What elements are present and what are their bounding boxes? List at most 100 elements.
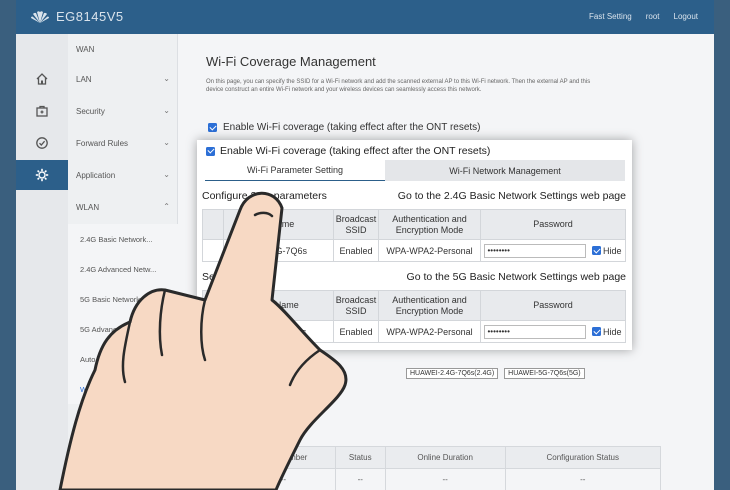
col-serial: ...rial Number bbox=[231, 446, 336, 469]
auth-cell: WPA-WPA2-Personal bbox=[378, 320, 481, 343]
ssid-select-24g[interactable]: HUAWEI-2.4G-7Q6s(2.4G) bbox=[406, 368, 499, 379]
cell: -- bbox=[504, 468, 661, 490]
table-row[interactable]: ...EI-5G-7Q6s Enabled WPA-WPA2-Personal … bbox=[202, 320, 626, 343]
password-field[interactable]: •••••••• bbox=[484, 324, 587, 339]
col-ssid-name: ...D Name bbox=[223, 290, 334, 321]
ssid-name-cell: HU...4G-7Q6s bbox=[223, 239, 334, 262]
sync-label: ...effur...nization bbox=[281, 388, 338, 397]
table-row: -- -- -- -- bbox=[231, 468, 661, 490]
section-24g-title: Configure 2.4...parameters bbox=[202, 190, 327, 202]
popup-enable-checkbox[interactable] bbox=[206, 146, 215, 156]
nav-sub-label: 5G Advanced N... bbox=[80, 324, 139, 334]
section-24g-header: Configure 2.4...parameters Go to the 2.4… bbox=[202, 190, 626, 202]
nav-wlan-auto[interactable]: Auto... bbox=[68, 344, 178, 374]
brand-model: EG8145V5 bbox=[56, 9, 124, 24]
table-header-row: ...Name Broadcast SSID Authentication an… bbox=[202, 209, 626, 240]
fast-setting-link[interactable]: Fast Setting bbox=[589, 12, 632, 21]
top-links: Fast Setting root Logout bbox=[589, 12, 698, 21]
nav-wlan-wifi-coverage[interactable]: Wi... bbox=[68, 374, 178, 404]
tab-wifi-network-management[interactable]: Wi-Fi Network Management bbox=[385, 160, 625, 181]
col-online-duration: Online Duration bbox=[384, 446, 506, 469]
link-24g-basic-settings[interactable]: Go to the 2.4G Basic Network Settings we… bbox=[398, 190, 626, 202]
row-select-cell[interactable] bbox=[202, 239, 224, 262]
nav-security-label: Security bbox=[76, 106, 105, 116]
logout-link[interactable]: Logout bbox=[674, 12, 698, 21]
enable-coverage-checkbox[interactable] bbox=[208, 123, 217, 132]
hide-checkbox[interactable] bbox=[592, 327, 601, 336]
row-select-cell[interactable] bbox=[202, 320, 224, 343]
nav-wan[interactable]: WAN bbox=[68, 34, 178, 64]
broadcast-cell: Enabled bbox=[333, 320, 379, 343]
home-icon bbox=[36, 73, 48, 85]
chevron-up-icon: ⌃ bbox=[163, 202, 170, 211]
hide-label: Hide bbox=[603, 326, 622, 337]
nav-wlan-5-advanced[interactable]: 5G Advanced N... bbox=[68, 314, 178, 344]
nav-wlan[interactable]: WLAN ⌃ bbox=[68, 192, 178, 222]
col-status: Status bbox=[334, 446, 386, 469]
hide-checkbox[interactable] bbox=[592, 246, 601, 255]
gear-icon bbox=[35, 168, 49, 182]
chevron-down-icon: ⌄ bbox=[163, 74, 170, 83]
col-config-status: Configuration Status bbox=[504, 446, 661, 469]
hide-password-toggle[interactable]: Hide bbox=[592, 327, 622, 337]
password-cell: •••••••• Hide bbox=[480, 320, 626, 343]
col-broadcast: Broadcast SSID bbox=[333, 209, 379, 240]
enable-coverage-label: Enable Wi-Fi coverage (taking effect aft… bbox=[223, 122, 481, 133]
ap-table: ...rial Number Status Online Duration Co… bbox=[231, 446, 661, 490]
hide-label: Hide bbox=[603, 245, 622, 256]
section-5g-header: Set 5G P...ers Go to the 5G Basic Networ… bbox=[202, 271, 626, 283]
chevron-down-icon: ⌄ bbox=[163, 138, 170, 147]
nav-wlan-24-advanced[interactable]: 2.4G Advanced Netw... bbox=[68, 254, 178, 284]
nav-application[interactable]: Application ⌄ bbox=[68, 160, 178, 190]
nav-lan[interactable]: LAN ⌄ bbox=[68, 64, 178, 94]
col-auth: Authentication and Encryption Mode bbox=[378, 290, 481, 321]
brand-logo: EG8145V5 bbox=[30, 9, 124, 24]
advanced-settings-button[interactable] bbox=[16, 160, 68, 190]
icon-sidebar bbox=[16, 34, 68, 490]
nav-maintain[interactable]: Ma... bbox=[68, 440, 178, 470]
tab-wifi-parameter-setting[interactable]: Wi-Fi Parameter Setting bbox=[205, 160, 385, 181]
huawei-logo-icon bbox=[31, 10, 49, 23]
nav-wlan-24-basic[interactable]: 2.4G Basic Network... bbox=[68, 224, 178, 254]
nav-forward-rules[interactable]: Forward Rules ⌄ bbox=[68, 128, 178, 158]
hide-password-toggle[interactable]: Hide bbox=[592, 246, 622, 256]
col-select bbox=[202, 209, 224, 240]
nav-system[interactable]: Syst... bbox=[68, 408, 178, 438]
password-field[interactable]: •••••••• bbox=[484, 243, 587, 258]
link-5g-basic-settings[interactable]: Go to the 5G Basic Network Settings web … bbox=[407, 271, 626, 283]
user-link[interactable]: root bbox=[646, 12, 660, 21]
wifi-24g-table: ...Name Broadcast SSID Authentication an… bbox=[202, 209, 626, 262]
chevron-down-icon: ⌄ bbox=[163, 106, 170, 115]
section-5g-title: Set 5G P...ers bbox=[202, 271, 267, 283]
auth-cell: WPA-WPA2-Personal bbox=[378, 239, 481, 262]
nav-application-label: Application bbox=[76, 170, 116, 180]
diagnose-button[interactable] bbox=[16, 128, 68, 158]
nav-menu: WAN LAN ⌄ Security ⌄ Forward Rules ⌄ Applic… bbox=[68, 34, 178, 490]
ssid-name-cell: ...EI-5G-7Q6s bbox=[223, 320, 334, 343]
nav-wan-label: WAN bbox=[76, 44, 95, 54]
toolbox-button[interactable] bbox=[16, 96, 68, 126]
nav-wlan-5-basic[interactable]: 5G Basic Network S... bbox=[68, 284, 178, 314]
col-ssid-name: ...Name bbox=[223, 209, 334, 240]
tab-bar: Wi-Fi Parameter Setting Wi-Fi Network Ma… bbox=[205, 160, 625, 181]
col-password: Password bbox=[480, 290, 626, 321]
cell: -- bbox=[231, 468, 336, 490]
home-button[interactable] bbox=[16, 64, 68, 94]
ssid-select-5g[interactable]: HUAWEI-5G-7Q6s(5G) bbox=[504, 368, 585, 379]
nav-lan-label: LAN bbox=[76, 74, 92, 84]
page-title: Wi-Fi Coverage Management bbox=[206, 54, 376, 69]
ap-table-header: ...rial Number Status Online Duration Co… bbox=[231, 446, 661, 469]
enable-coverage-row[interactable]: Enable Wi-Fi coverage (taking effect aft… bbox=[208, 122, 481, 133]
nav-sub-label: Auto... bbox=[80, 354, 102, 364]
popup-enable-row[interactable]: Enable Wi-Fi coverage (taking effect aft… bbox=[206, 145, 490, 157]
nav-sub-label: 2.4G Advanced Netw... bbox=[80, 264, 157, 274]
table-row[interactable]: HU...4G-7Q6s Enabled WPA-WPA2-Personal •… bbox=[202, 239, 626, 262]
popup-enable-label: Enable Wi-Fi coverage (taking effect aft… bbox=[220, 145, 491, 157]
col-select bbox=[202, 290, 224, 321]
ssid-select-row: HUAWEI-2.4G-7Q6s(2.4G) HUAWEI-5G-7Q6s(5G… bbox=[406, 368, 585, 379]
nav-maintain-label: Ma... bbox=[76, 450, 94, 460]
nav-security[interactable]: Security ⌄ bbox=[68, 96, 178, 126]
table-header-row: ...D Name Broadcast SSID Authentication … bbox=[202, 290, 626, 321]
toolbox-icon bbox=[36, 105, 48, 117]
nav-system-label: Syst... bbox=[76, 418, 99, 428]
